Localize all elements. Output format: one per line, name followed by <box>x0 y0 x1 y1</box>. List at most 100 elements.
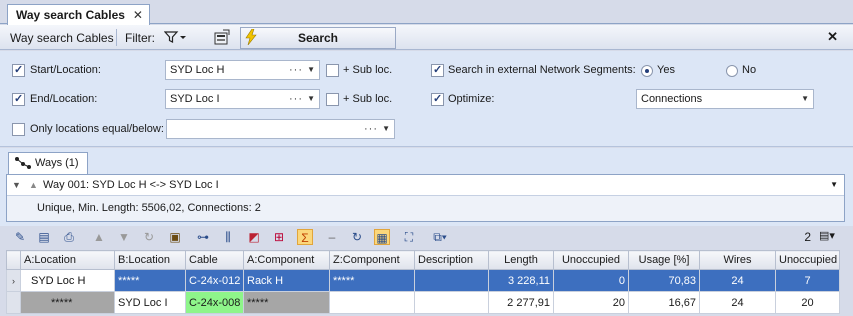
start-sub-location-checkbox[interactable] <box>326 64 339 77</box>
toolbar-separator <box>116 29 117 46</box>
start-location-field[interactable]: SYD Loc H ··· ▼ <box>165 60 320 80</box>
table-cell[interactable]: SYD Loc H <box>20 269 115 292</box>
table-row[interactable]: ***** SYD Loc I C-24x-008 ***** 2 277,91… <box>6 291 840 314</box>
ways-panel: Ways (1) ▼ ▲ Way 001: SYD Loc H <-> SYD … <box>0 148 853 226</box>
search-button[interactable]: Search <box>240 27 396 49</box>
optimize-select[interactable]: Connections ▼ <box>636 89 814 109</box>
column-header[interactable]: Length <box>488 250 554 270</box>
table-cell[interactable]: 20 <box>775 291 840 314</box>
column-header[interactable]: A:Component <box>243 250 330 270</box>
table-layout-icon[interactable]: ▤ <box>36 229 52 245</box>
tab-ways[interactable]: Ways (1) <box>8 152 88 174</box>
table-cell[interactable]: 20 <box>553 291 629 314</box>
clipboard-icon[interactable]: ▣ <box>167 229 183 245</box>
table-cell[interactable]: 3 228,11 <box>488 269 554 292</box>
ellipsis-icon[interactable]: ··· <box>289 90 303 108</box>
column-header[interactable]: Wires <box>699 250 776 270</box>
table-cell[interactable]: Rack H <box>243 269 330 292</box>
table-cell[interactable]: 7 <box>775 269 840 292</box>
table-cell[interactable]: 24 <box>699 291 776 314</box>
table-row[interactable]: › SYD Loc H ***** C-24x-012 Rack H *****… <box>6 269 840 292</box>
column-header[interactable]: B:Location <box>114 250 186 270</box>
table-cell[interactable]: ***** <box>243 291 330 314</box>
table-cell[interactable]: SYD Loc I <box>114 291 186 314</box>
refresh-icon[interactable]: ↻ <box>349 229 365 245</box>
fit-icon[interactable]: ⛶ <box>401 229 417 245</box>
chevron-down-icon[interactable]: ▼ <box>307 61 315 79</box>
ellipsis-icon[interactable]: ··· <box>364 120 378 138</box>
minus-icon[interactable]: – <box>324 229 340 245</box>
end-location-field[interactable]: SYD Loc I ··· ▼ <box>165 89 320 109</box>
search-form: Start/Location: SYD Loc H ··· ▼ + Sub lo… <box>0 51 853 147</box>
grid-view-icon[interactable]: ▦ <box>374 229 390 245</box>
start-location-checkbox[interactable] <box>12 63 25 77</box>
start-location-value: SYD Loc H <box>170 64 225 76</box>
way-title: Way 001: SYD Loc H <-> SYD Loc I <box>43 179 219 191</box>
column-header[interactable]: Unoccupied <box>775 250 840 270</box>
external-yes-radio[interactable] <box>641 65 653 77</box>
export-icon[interactable]: ⧉▾ <box>428 229 452 245</box>
table-cell[interactable]: C-24x-008 <box>185 291 244 314</box>
refresh-disabled-icon[interactable]: ↻ <box>141 229 157 245</box>
connect-icon[interactable]: ⊶ <box>195 229 211 245</box>
move-up-icon[interactable]: ▲ <box>91 229 107 245</box>
table-cell[interactable]: ***** <box>20 291 115 314</box>
lightning-icon <box>245 28 257 50</box>
sum-icon[interactable]: Σ <box>297 229 313 245</box>
close-tab-icon[interactable]: ✕ <box>133 5 143 25</box>
table-cell[interactable] <box>329 291 415 314</box>
chevron-down-icon[interactable]: ▼ <box>382 120 390 138</box>
ellipsis-icon[interactable]: ··· <box>289 61 303 79</box>
only-locations-checkbox[interactable] <box>12 123 25 136</box>
table-cell[interactable]: 0 <box>553 269 629 292</box>
external-segments-checkbox[interactable] <box>431 63 444 77</box>
table-cell[interactable]: ***** <box>114 269 186 292</box>
document-tab-title: Way search Cables <box>16 8 125 22</box>
document-tab[interactable]: Way search Cables ✕ <box>7 4 150 25</box>
color-icon[interactable]: ◩ <box>246 229 262 245</box>
external-yes-label: Yes <box>657 64 675 76</box>
table-cell[interactable]: 24 <box>699 269 776 292</box>
close-panel-icon[interactable]: ✕ <box>827 29 838 45</box>
end-location-row: End/Location: SYD Loc I ··· ▼ + Sub loc.… <box>0 89 853 111</box>
optimize-value: Connections <box>641 93 703 105</box>
optimize-checkbox[interactable] <box>431 92 444 106</box>
expand-icon[interactable]: ▼ <box>12 175 21 195</box>
funnel-icon[interactable] <box>163 31 186 46</box>
search-button-label: Search <box>297 31 339 45</box>
table-cell[interactable]: ***** <box>329 269 415 292</box>
table-cell[interactable]: 2 277,91 <box>488 291 554 314</box>
end-location-checkbox[interactable] <box>12 92 25 106</box>
select-cells-icon[interactable]: ⊞ <box>271 229 287 245</box>
column-header[interactable]: A:Location <box>20 250 115 270</box>
table-cell[interactable]: 16,67 <box>628 291 700 314</box>
external-no-radio[interactable] <box>726 65 738 77</box>
column-header[interactable]: Unoccupied <box>553 250 629 270</box>
layout-menu-icon[interactable]: ▤▾ <box>819 229 841 245</box>
table-cell[interactable] <box>414 291 489 314</box>
table-cell[interactable] <box>414 269 489 292</box>
start-sub-location-label: + Sub loc. <box>343 64 393 76</box>
configuration-icon[interactable] <box>213 29 231 46</box>
column-header[interactable]: Cable <box>185 250 244 270</box>
print-icon[interactable]: ⎙ <box>61 229 77 245</box>
column-header[interactable]: Usage [%] <box>628 250 700 270</box>
end-sub-location-checkbox[interactable] <box>326 93 339 106</box>
row-indicator[interactable] <box>6 291 21 314</box>
filter-label: Filter: <box>125 31 155 45</box>
column-header[interactable]: Description <box>414 250 489 270</box>
column-header[interactable]: Z:Component <box>329 250 415 270</box>
move-down-icon[interactable]: ▼ <box>116 229 132 245</box>
columns-icon[interactable]: ⫼ <box>220 229 236 245</box>
table-cell[interactable]: 70,83 <box>628 269 700 292</box>
end-sub-location-label: + Sub loc. <box>343 93 393 105</box>
edit-icon[interactable]: ✎ <box>12 229 28 245</box>
way-row[interactable]: ▼ ▲ Way 001: SYD Loc H <-> SYD Loc I ▼ <box>7 175 844 196</box>
row-pointer-icon[interactable]: › <box>6 269 21 292</box>
chevron-down-icon[interactable]: ▼ <box>307 90 315 108</box>
chevron-down-icon[interactable]: ▼ <box>830 175 838 195</box>
external-segments-label: Search in external Network Segments: <box>448 64 636 76</box>
chevron-down-icon[interactable]: ▼ <box>801 90 809 108</box>
only-locations-field[interactable]: ··· ▼ <box>166 119 395 139</box>
table-cell[interactable]: C-24x-012 <box>185 269 244 292</box>
